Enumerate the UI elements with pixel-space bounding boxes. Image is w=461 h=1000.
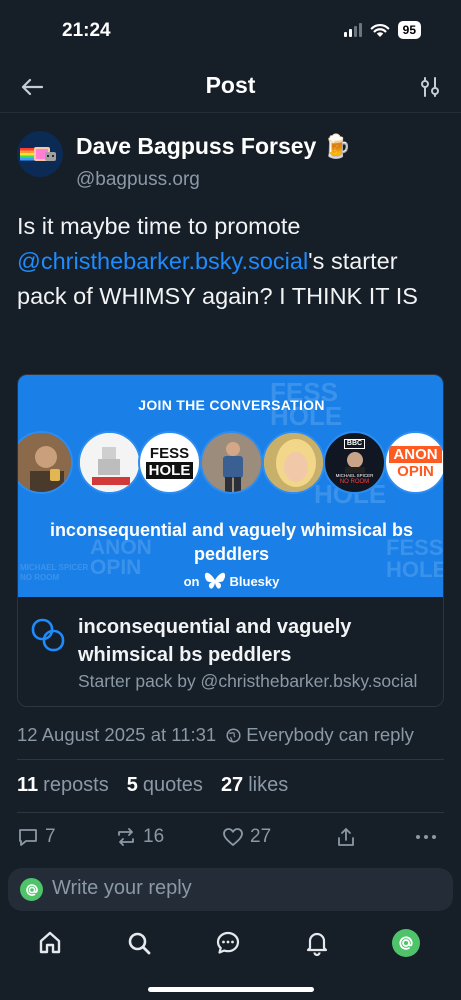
nav-search[interactable] bbox=[119, 926, 159, 960]
thread-settings-button[interactable] bbox=[417, 74, 443, 100]
anon-label: ANON bbox=[389, 445, 442, 463]
post-text-start: Is it maybe time to promote bbox=[17, 213, 301, 239]
author-name[interactable]: Dave Bagpuss Forsey 🍺 bbox=[76, 133, 351, 160]
member-avatar-fess-hole: FESS HOLE bbox=[138, 431, 201, 494]
bell-icon bbox=[306, 932, 328, 956]
member-avatar-anon-opin: ANON OPIN bbox=[384, 431, 443, 494]
likes-count-label: likes bbox=[248, 774, 289, 796]
status-icons: 95 bbox=[343, 21, 421, 39]
likes-count-value: 27 bbox=[220, 774, 244, 796]
repost-count: 16 bbox=[143, 826, 165, 847]
page-title: Post bbox=[205, 72, 256, 98]
sliders-icon bbox=[421, 77, 439, 97]
repost-button[interactable]: 16 bbox=[115, 826, 164, 848]
nav-notifications[interactable] bbox=[297, 926, 337, 960]
fess-label: FESS bbox=[149, 445, 190, 462]
likes-count[interactable]: 27 likes bbox=[221, 774, 288, 797]
nav-chat[interactable] bbox=[208, 926, 248, 960]
chat-bubble-icon bbox=[216, 931, 240, 954]
member-avatar-1 bbox=[18, 431, 73, 494]
counts-divider bbox=[17, 812, 444, 813]
engagement-counts: 11 reposts 5 quotes 27 likes bbox=[17, 774, 288, 797]
mention-link[interactable]: @christhebarker.bsky.social bbox=[17, 248, 308, 274]
signal-icon bbox=[343, 23, 362, 37]
reposts-count-label: reposts bbox=[43, 774, 109, 796]
meta-divider bbox=[17, 759, 444, 760]
starter-pack-info: inconsequential and vaguely whimsical bs… bbox=[18, 597, 443, 706]
home-indicator bbox=[148, 987, 314, 992]
reposts-count-value: 11 bbox=[17, 774, 39, 796]
battery-indicator: 95 bbox=[397, 21, 421, 39]
banner-kicker: JOIN THE CONVERSATION bbox=[138, 397, 325, 413]
post-meta: 12 August 2025 at 11:31 Everybody can re… bbox=[17, 724, 447, 746]
member-avatar-5 bbox=[262, 431, 325, 494]
reply-icon bbox=[19, 829, 37, 846]
share-button[interactable] bbox=[335, 826, 357, 848]
brand-prefix: on bbox=[183, 573, 200, 589]
repost-icon bbox=[118, 828, 134, 846]
nav-profile[interactable] bbox=[386, 926, 426, 960]
hole-label: HOLE bbox=[145, 462, 194, 479]
heart-icon bbox=[223, 828, 243, 846]
user-avatar bbox=[20, 878, 43, 901]
share-icon bbox=[338, 828, 354, 846]
reposts-count[interactable]: 11 reposts bbox=[17, 774, 109, 797]
post-header: Post bbox=[0, 62, 461, 112]
starter-pack-subtitle: Starter pack by @christhebarker.bsky.soc… bbox=[78, 671, 418, 691]
status-time: 21:24 bbox=[62, 20, 111, 41]
reply-button[interactable]: 7 bbox=[17, 826, 56, 848]
member-avatar-2 bbox=[78, 431, 141, 494]
author-avatar[interactable] bbox=[17, 131, 63, 177]
brand-name: Bluesky bbox=[229, 573, 280, 589]
wifi-icon bbox=[370, 23, 389, 37]
starter-pack-title[interactable]: inconsequential and vaguely whimsical bs… bbox=[78, 613, 438, 669]
profile-at-icon bbox=[399, 936, 413, 950]
starter-pack-icon bbox=[31, 618, 65, 652]
globe-icon bbox=[226, 727, 241, 743]
member-avatar-4 bbox=[200, 431, 263, 494]
bluesky-brand: on Bluesky bbox=[18, 572, 443, 590]
reply-composer[interactable]: Write your reply bbox=[8, 868, 453, 911]
like-button[interactable]: 27 bbox=[222, 826, 271, 848]
ellipsis-icon bbox=[416, 835, 436, 839]
more-options-button[interactable] bbox=[414, 826, 438, 848]
nav-home[interactable] bbox=[30, 926, 70, 960]
search-icon bbox=[128, 932, 151, 955]
starter-pack-embed[interactable]: FESS HOLE HOLE ANON OPIN FESS HOLE MICHA… bbox=[17, 374, 444, 707]
like-count: 27 bbox=[250, 826, 272, 847]
member-avatar-michael-spicer: BBC MICHAEL SPICER NO ROOM bbox=[323, 431, 386, 494]
opin-label: OPIN bbox=[397, 462, 434, 480]
reply-count: 7 bbox=[45, 826, 56, 847]
home-icon bbox=[39, 931, 61, 954]
post-timestamp: 12 August 2025 at 11:31 bbox=[17, 724, 217, 745]
post-actions: 7 16 27 bbox=[17, 826, 444, 856]
banner-title: inconsequential and vaguely whimsical bs… bbox=[49, 520, 414, 564]
no-room-label: NO ROOM bbox=[339, 479, 370, 485]
author-handle[interactable]: @bagpuss.org bbox=[76, 169, 200, 191]
member-faces: FESS HOLE BBC MICHAEL SPICER NO ROOM ANO… bbox=[18, 431, 443, 495]
bbc-label: BBC bbox=[343, 439, 366, 449]
quotes-count[interactable]: 5 quotes bbox=[127, 774, 203, 797]
bluesky-butterfly-icon bbox=[204, 572, 225, 589]
reply-setting[interactable]: Everybody can reply bbox=[246, 724, 414, 746]
at-sign-icon bbox=[25, 883, 38, 896]
header-divider bbox=[0, 112, 461, 113]
status-bar: 21:24 95 bbox=[0, 0, 461, 62]
post-text: Is it maybe time to promote @christhebar… bbox=[17, 209, 447, 314]
starter-pack-banner: FESS HOLE HOLE ANON OPIN FESS HOLE MICHA… bbox=[18, 375, 443, 597]
quotes-count-label: quotes bbox=[142, 774, 203, 796]
quotes-count-value: 5 bbox=[126, 774, 138, 796]
reply-placeholder[interactable]: Write your reply bbox=[52, 877, 192, 900]
nyan-cat-icon bbox=[20, 147, 56, 161]
profile-avatar bbox=[392, 929, 420, 957]
